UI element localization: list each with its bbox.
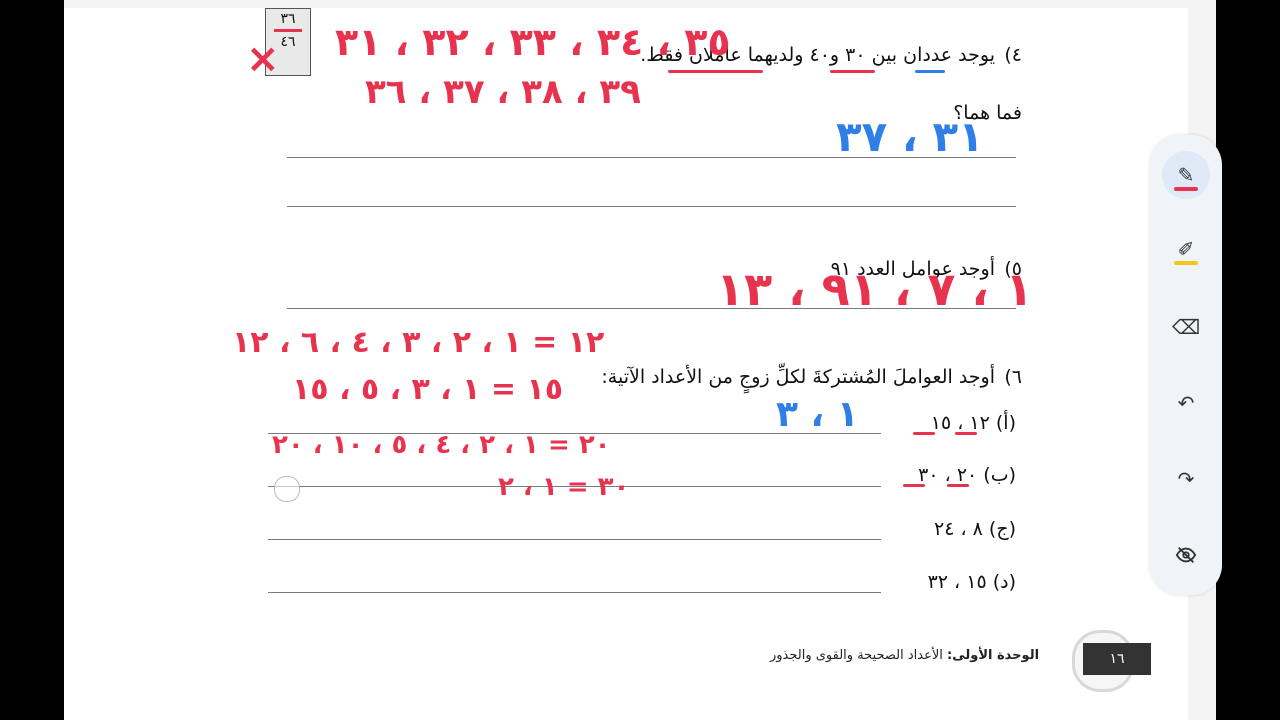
q4-cross-mark: × [246,36,280,82]
eraser-icon: ⌫ [1171,315,1201,339]
page-box-top: ٣٦ [280,11,296,27]
red-underline [947,484,969,487]
q6-item-a-value: ١٢ ، ١٥ [930,412,990,434]
q6-item-a: (أ) ١٢ ، ١٥ [931,412,1016,434]
red-underline [913,432,935,435]
q6-item-b-value: ٢٠ ، ٣٠ [918,464,978,486]
redo-button[interactable]: ↷ [1162,455,1210,503]
red-underline [830,70,875,73]
hide-icon [1175,547,1197,563]
answer-line [268,592,881,593]
q6-item-b-label: (ب) [983,464,1016,486]
highlighter-color-indicator [1174,261,1198,265]
q6-number: ٦) [1004,366,1022,388]
q6-item-b: (ب) ٢٠ ، ٣٠ [918,464,1016,486]
q6-item-a-label: (أ) [995,412,1016,434]
hide-annotations-button[interactable] [1162,531,1210,579]
q6-factors-12: ١٢ = ١ ، ٢ ، ٣ ، ٤ ، ٦ ، ١٢ [232,325,605,360]
q4-handwriting-row2: ٣٩ ، ٣٨ ، ٣٧ ، ٣٦ [365,72,641,112]
blue-underline [915,70,945,73]
footer-unit-title: الوحدة الأولى: الأعداد الصحيحة والقوى وا… [770,648,1039,663]
pen-color-indicator [1174,187,1198,191]
pen-icon: ✎ [1177,163,1195,187]
q6-item-c-label: (ج) [988,518,1016,540]
red-underline [955,432,977,435]
eraser-tool-button[interactable]: ⌫ [1162,303,1210,351]
q4-number: ٤) [1004,44,1022,66]
undo-button[interactable]: ↶ [1162,379,1210,427]
red-underline [903,484,925,487]
q5-answer: ١ ، ٧ ، ٩١ ، ١٣ [716,262,1034,316]
footer-unit: الوحدة الأولى: [947,648,1040,663]
q6-item-d-value: ١٥ ، ٣٢ [927,571,987,593]
undo-icon: ↶ [1177,391,1195,415]
highlighter-icon: ✐ [1177,237,1195,261]
highlighter-tool-button[interactable]: ✐ [1162,225,1210,273]
annotation-toolbar: ✎ ✐ ⌫ ↶ ↷ [1150,135,1222,595]
q4-answer: ٣١ ، ٣٧ [836,112,984,161]
q6-factors-20: ٢٠ = ١ ، ٢ ، ٤ ، ٥ ، ١٠ ، ٢٠ [272,430,611,460]
page-number: ١٦ [1083,643,1151,675]
q6-factors-30: ٣٠ = ١ ، ٢ [498,472,630,502]
q6-item-d: (د) ١٥ ، ٣٢ [928,571,1016,593]
q6-item-c-value: ٨ ، ٢٤ [934,518,983,540]
q6-item-d-label: (د) [992,571,1016,593]
answer-line [268,539,881,540]
red-underline [668,70,763,73]
q6-item-c: (ج) ٨ ، ٢٤ [934,518,1016,540]
q6-factors-15: ١٥ = ١ ، ٣ ، ٥ ، ١٥ [292,372,564,407]
q4-handwriting-row1: ٣٥ ، ٣٤ ، ٣٣ ، ٣٢ ، ٣١ [335,20,731,64]
redo-icon: ↷ [1177,467,1195,491]
pen-tool-button[interactable]: ✎ [1162,151,1210,199]
pen-cursor [274,476,300,502]
q6-a-answer: ١ ، ٣ [776,394,859,435]
answer-line [287,206,1016,207]
q6-text: أوجد العواملَ المُشتركةَ لكلِّ زوجٍ من ا… [601,366,995,388]
footer-title: الأعداد الصحيحة والقوى والجذور [770,648,943,663]
